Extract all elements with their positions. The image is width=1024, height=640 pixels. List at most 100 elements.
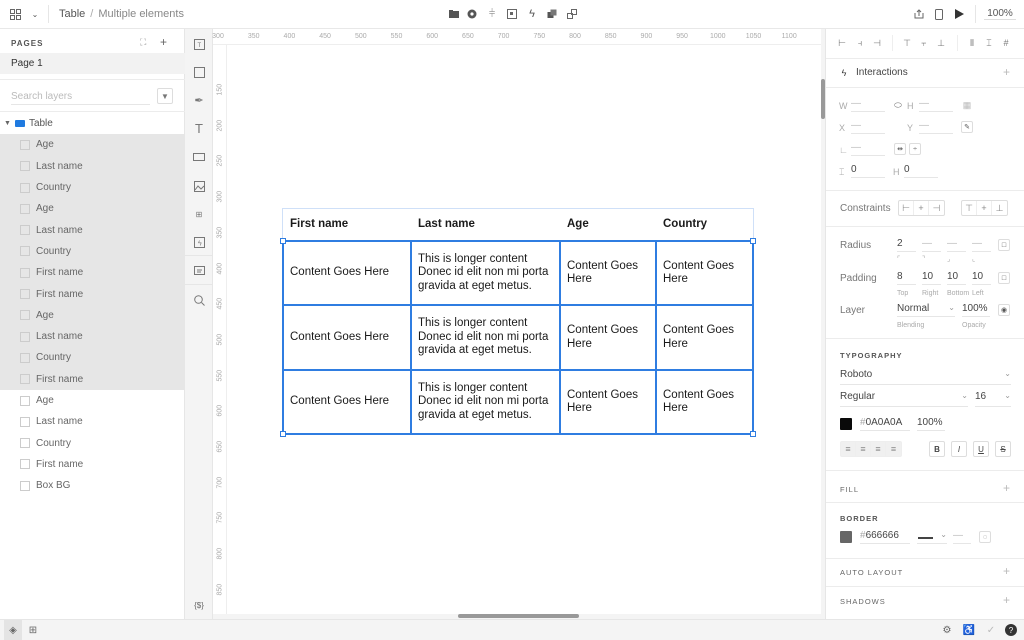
radius-top-left-input[interactable]: 2 — [897, 238, 916, 252]
text-box-icon[interactable]: T — [192, 37, 206, 51]
table-cell[interactable]: Content Goes Here — [560, 241, 656, 305]
button-icon[interactable] — [192, 150, 206, 164]
breadcrumb-item-table[interactable]: Table — [59, 8, 85, 20]
underline-icon[interactable]: U — [973, 441, 989, 457]
padding-top-input[interactable]: 8 — [897, 271, 916, 285]
frame-icon[interactable] — [505, 7, 519, 21]
align-text-justify-icon[interactable]: ≡ — [886, 442, 901, 456]
folder-icon[interactable] — [447, 7, 461, 21]
table-cell[interactable]: This is longer content Donec id elit non… — [411, 241, 560, 305]
resize-handle[interactable] — [280, 238, 286, 244]
layer-item[interactable]: First name — [0, 283, 185, 305]
accessibility-icon[interactable]: ♿ — [962, 623, 976, 637]
add-auto-layout-icon[interactable]: + — [1003, 564, 1010, 578]
width-input[interactable]: — — [851, 98, 885, 112]
zoom-level-input[interactable]: 100% — [984, 8, 1016, 20]
align-center-h-icon[interactable]: ⫞ — [854, 37, 866, 49]
table-cell[interactable]: Content Goes Here — [656, 241, 753, 305]
components-icon[interactable]: ⊞ — [192, 207, 206, 221]
italic-icon[interactable]: I — [951, 441, 967, 457]
pen-icon[interactable]: ✒ — [192, 93, 206, 107]
border-color-input[interactable]: #666666 — [860, 530, 910, 544]
grid-menu-icon[interactable] — [8, 7, 22, 21]
group-icon[interactable] — [545, 7, 559, 21]
align-left-icon[interactable]: ⊢ — [836, 37, 848, 49]
visibility-eye-icon[interactable]: ◉ — [998, 304, 1010, 316]
ungroup-icon[interactable] — [565, 7, 579, 21]
blending-select[interactable]: Normal ⌄ — [897, 303, 955, 317]
table-header-cell[interactable]: Age — [560, 209, 656, 241]
layer-item[interactable]: Last name — [0, 325, 185, 348]
layer-item[interactable]: Country — [0, 432, 185, 453]
assets-icon[interactable]: ⊞ — [26, 623, 40, 637]
text-icon[interactable]: T — [192, 121, 206, 136]
horizontal-scrollbar[interactable] — [458, 614, 579, 618]
flip-horizontal-icon[interactable]: ⇹ — [894, 143, 906, 155]
layer-item[interactable]: Age — [0, 134, 185, 156]
vertical-constraints[interactable]: ⊤ + ⊥ — [961, 200, 1008, 216]
fit-pages-icon[interactable]: ⛶ — [140, 37, 146, 48]
radius-bottom-right-input[interactable]: — — [947, 238, 966, 252]
layer-item[interactable]: Last name — [0, 155, 185, 177]
strikethrough-icon[interactable]: S — [995, 441, 1011, 457]
table-header-cell[interactable]: Last name — [411, 209, 560, 241]
spacing-y-input[interactable]: 0 — [904, 164, 938, 178]
independent-padding-icon[interactable]: □ — [998, 272, 1010, 284]
constraint-center-v-icon[interactable]: + — [977, 201, 992, 215]
distribute-h-icon[interactable]: ⫴ — [966, 37, 978, 49]
align-text-right-icon[interactable]: ≡ — [871, 442, 886, 456]
comment-icon[interactable] — [192, 264, 206, 278]
align-middle-icon[interactable]: ⫟ — [918, 37, 930, 49]
layer-item[interactable]: Country — [0, 347, 185, 369]
padding-left-input[interactable]: 10 — [972, 271, 991, 285]
align-bottom-icon[interactable]: ⊥ — [935, 37, 947, 49]
constraint-top-icon[interactable]: ⊤ — [962, 201, 977, 215]
table-cell[interactable]: Content Goes Here — [283, 370, 411, 434]
component-icon[interactable] — [465, 7, 479, 21]
table-cell[interactable]: This is longer content Donec id elit non… — [411, 370, 560, 434]
add-page-icon[interactable]: + — [160, 35, 167, 49]
table-cell[interactable]: Content Goes Here — [560, 370, 656, 434]
border-width-input[interactable]: — — [953, 530, 971, 544]
table-cell[interactable]: Content Goes Here — [283, 241, 411, 305]
add-shadow-icon[interactable]: + — [1003, 593, 1010, 607]
independent-corners-icon[interactable]: □ — [998, 239, 1010, 251]
x-input[interactable]: — — [851, 120, 885, 134]
tidy-grid-icon[interactable]: # — [1000, 37, 1012, 49]
rectangle-icon[interactable] — [192, 65, 206, 79]
device-preview-icon[interactable] — [932, 7, 946, 21]
border-color-swatch[interactable] — [840, 531, 852, 543]
layers-icon[interactable]: ◈ — [4, 620, 22, 640]
constraint-center-h-icon[interactable]: + — [914, 201, 929, 215]
check-icon[interactable]: ✓ — [984, 623, 998, 637]
font-weight-select[interactable]: Regular ⌄ — [840, 391, 968, 407]
spacing-x-input[interactable]: 0 — [851, 164, 885, 178]
add-fill-icon[interactable]: + — [1003, 481, 1010, 495]
padding-bottom-input[interactable]: 10 — [947, 271, 966, 285]
padding-right-input[interactable]: 10 — [922, 271, 941, 285]
align-text-center-icon[interactable]: ≡ — [856, 442, 871, 456]
play-icon[interactable] — [952, 7, 966, 21]
image-icon[interactable] — [192, 179, 206, 193]
align-top-icon[interactable]: ⊤ — [901, 37, 913, 49]
text-color-swatch[interactable] — [840, 418, 852, 430]
layer-item[interactable]: Box BG — [0, 475, 185, 496]
resize-handle[interactable] — [750, 238, 756, 244]
layer-item[interactable]: Age — [0, 390, 185, 411]
bold-icon[interactable]: B — [929, 441, 945, 457]
link-dimensions-icon[interactable]: ⬭ — [892, 100, 904, 110]
layer-item[interactable]: First name — [0, 454, 185, 475]
radius-top-right-input[interactable]: — — [922, 238, 941, 252]
opacity-input[interactable]: 100% — [962, 303, 990, 317]
height-input[interactable]: — — [919, 98, 953, 112]
resize-handle[interactable] — [280, 431, 286, 437]
constraint-right-icon[interactable]: ⊣ — [929, 201, 944, 215]
constraint-bottom-icon[interactable]: ⊥ — [992, 201, 1007, 215]
resize-grid-icon[interactable]: ▦ — [961, 99, 973, 111]
table-cell[interactable]: Content Goes Here — [283, 305, 411, 370]
chevron-down-icon[interactable]: ⌄ — [28, 7, 42, 21]
interaction-icon[interactable]: ϟ — [525, 7, 539, 21]
layer-item[interactable]: Last name — [0, 411, 185, 432]
add-interaction-icon[interactable]: + — [1003, 65, 1010, 79]
layer-item[interactable]: Country — [0, 240, 185, 263]
